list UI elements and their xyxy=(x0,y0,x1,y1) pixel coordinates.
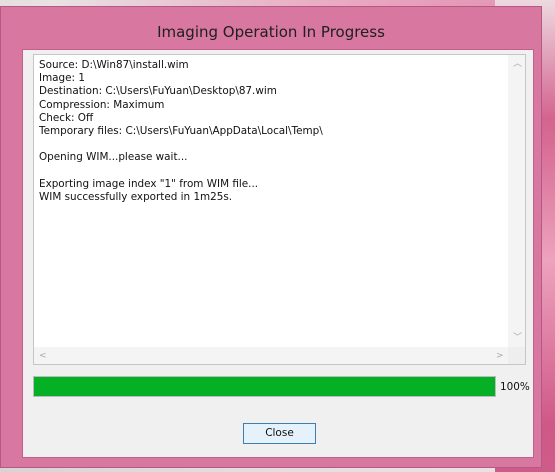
progress-percent: 100% xyxy=(500,381,530,393)
log-line: Exporting image index "1" from WIM file.… xyxy=(39,177,259,190)
close-button[interactable]: Close xyxy=(243,423,316,444)
title-bar[interactable]: Imaging Operation In Progress xyxy=(1,7,541,48)
horizontal-scrollbar[interactable]: < > xyxy=(34,347,510,364)
progress-bar xyxy=(33,376,496,397)
progress-fill xyxy=(34,377,495,396)
log-line: Image: 1 xyxy=(39,72,85,85)
log-line: Check: Off xyxy=(39,111,94,124)
scrollbar-corner xyxy=(508,347,525,364)
log-line: Compression: Maximum xyxy=(39,98,165,111)
log-line: Source: D:\Win87\install.wim xyxy=(39,59,189,71)
up-arrow-icon[interactable]: ︿ xyxy=(513,59,522,69)
log-text: Source: D:\Win87\install.wim Image: 1 Dest… xyxy=(39,59,505,346)
window-title: Imaging Operation In Progress xyxy=(157,23,385,41)
log-line: Opening WIM...please wait... xyxy=(39,151,188,164)
vertical-scrollbar[interactable]: ︿ ﹀ xyxy=(508,55,525,349)
imaging-dialog: Imaging Operation In Progress Source: D:… xyxy=(0,6,542,468)
down-arrow-icon[interactable]: ﹀ xyxy=(513,333,522,343)
log-line: WIM successfully exported in 1m25s. xyxy=(39,191,233,204)
left-arrow-icon[interactable]: < xyxy=(39,351,47,361)
log-textbox[interactable]: Source: D:\Win87\install.wim Image: 1 Dest… xyxy=(33,54,526,365)
right-arrow-icon[interactable]: > xyxy=(496,351,504,361)
dialog-client-area: Source: D:\Win87\install.wim Image: 1 Dest… xyxy=(22,49,534,458)
log-line: Temporary files: C:\Users\FuYuan\AppData… xyxy=(39,125,323,138)
log-line: Destination: C:\Users\FuYuan\Desktop\87.… xyxy=(39,85,277,98)
